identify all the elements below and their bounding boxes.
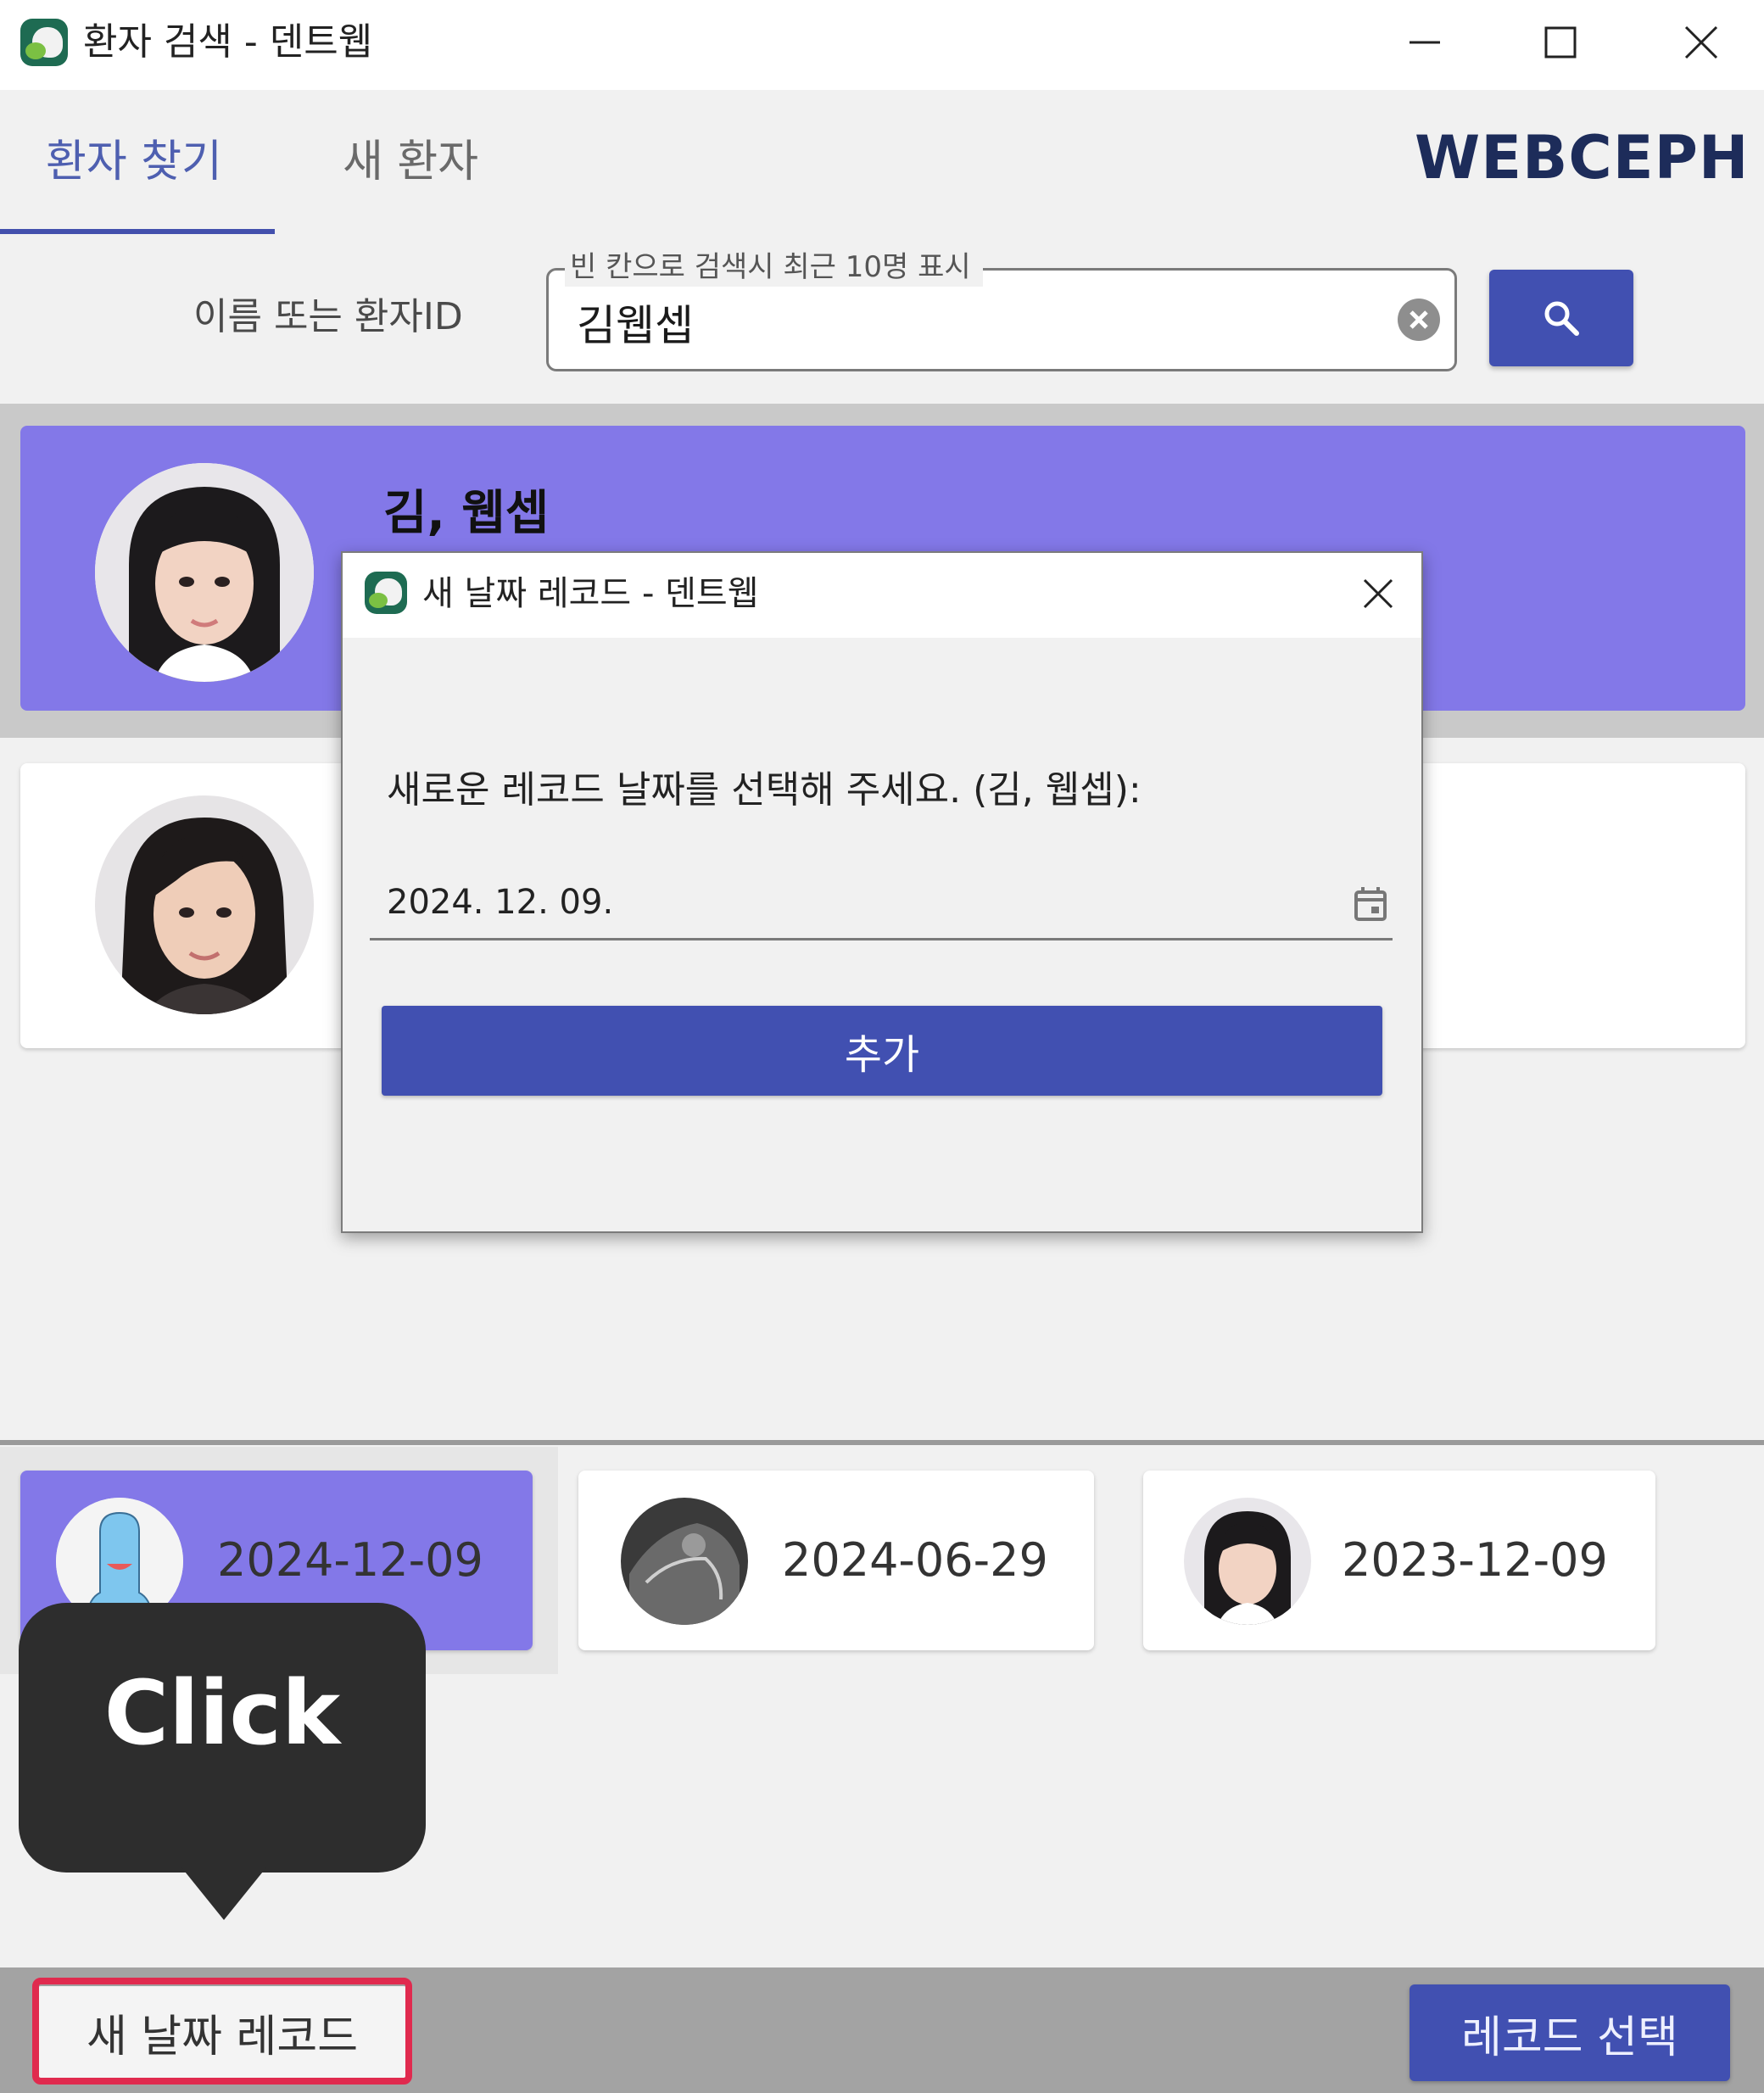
patient-avatar [95, 463, 314, 682]
callout-tail [181, 1867, 266, 1920]
brand-logo: WEBCEPH [1415, 123, 1750, 193]
calendar-icon[interactable] [1348, 880, 1393, 928]
close-icon[interactable] [1667, 8, 1735, 76]
search-input-value[interactable]: 김웹셉 [577, 299, 694, 353]
patient-name: 김, 웹셉 [383, 486, 550, 541]
app-logo-icon [365, 572, 407, 614]
dialog-title: 새 날짜 레코드 - 덴트웹 [422, 574, 759, 613]
xray-thumbnail-icon [621, 1498, 748, 1625]
record-date: 2024-06-29 [782, 1533, 1048, 1587]
callout-text: Click [103, 1661, 341, 1765]
patient-photo-icon [1184, 1498, 1311, 1625]
tab-find-patient[interactable]: 환자 찾기 [46, 132, 222, 192]
clear-circle-icon[interactable] [1398, 299, 1440, 341]
record-date: 2023-12-09 [1342, 1533, 1608, 1587]
highlight-box [32, 1978, 412, 2085]
section-divider [0, 1440, 1764, 1445]
active-tab-indicator [0, 229, 275, 234]
record-date: 2024-12-09 [217, 1533, 483, 1587]
search-button[interactable] [1489, 270, 1633, 366]
date-input-underline [370, 938, 1393, 940]
search-label: 이름 또는 환자ID [193, 295, 463, 338]
app-logo-icon [20, 19, 68, 66]
tab-new-patient[interactable]: 새 환자 [343, 132, 478, 192]
select-record-button[interactable]: 레코드 선택 [1410, 1984, 1730, 2081]
maximize-icon[interactable] [1527, 8, 1594, 76]
date-input[interactable]: 2024. 12. 09. [387, 877, 613, 928]
patient-avatar [95, 795, 314, 1014]
dialog-close-icon[interactable] [1348, 561, 1408, 626]
minimize-icon[interactable] [1391, 8, 1459, 76]
search-hint: 빈 칸으로 검색시 최근 10명 표시 [565, 248, 983, 287]
add-button[interactable]: 추가 [382, 1006, 1382, 1096]
search-icon [1544, 301, 1579, 336]
dialog-prompt: 새로운 레코드 날짜를 선택해 주세요. (김, 웹셉): [387, 768, 1142, 812]
window-title: 환자 검색 - 덴트웹 [83, 20, 373, 64]
